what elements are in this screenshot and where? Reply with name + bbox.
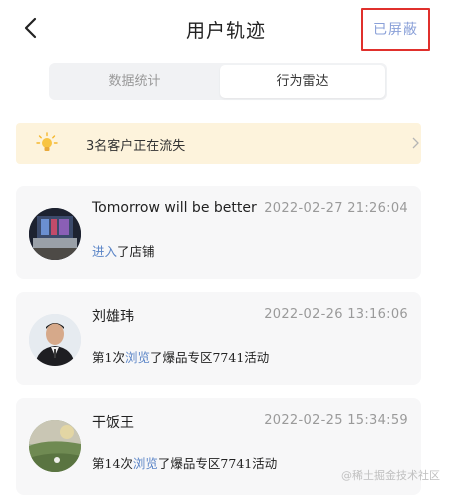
- chevron-right-icon: [412, 137, 419, 149]
- blocked-button[interactable]: 已屏蔽: [361, 8, 430, 51]
- action-link[interactable]: 浏览: [133, 456, 158, 471]
- action-link[interactable]: 进入: [92, 244, 117, 259]
- tab-behavior-radar[interactable]: 行为雷达: [220, 65, 385, 98]
- list-item[interactable]: Tomorrow will be better 2022-02-27 21:26…: [16, 186, 421, 279]
- record-description: 第1次浏览了爆品专区7741活动: [92, 347, 269, 366]
- desc-prefix: 第1次: [92, 350, 125, 365]
- record-timestamp: 2022-02-26 13:16:06: [264, 307, 408, 322]
- customer-name: Tomorrow will be better: [92, 200, 257, 216]
- churn-alert-banner[interactable]: 3名客户正在流失: [16, 123, 421, 164]
- lightbulb-icon: [36, 132, 58, 151]
- segmented-control: 数据统计 行为雷达: [49, 63, 387, 100]
- watermark: @稀土掘金技术社区: [341, 469, 440, 482]
- desc-suffix: 了爆品专区7741活动: [149, 350, 270, 365]
- desc-prefix: 第14次: [92, 456, 133, 471]
- record-timestamp: 2022-02-27 21:26:04: [264, 201, 408, 216]
- churn-alert-text: 3名客户正在流失: [86, 139, 186, 154]
- record-description: 进入了店铺: [92, 241, 155, 260]
- record-description: 第14次浏览了爆品专区7741活动: [92, 453, 277, 472]
- blocked-button-label: 已屏蔽: [373, 22, 418, 38]
- list-item[interactable]: 刘雄玮 2022-02-26 13:16:06 第1次浏览了爆品专区7741活动: [16, 292, 421, 385]
- avatar: [29, 208, 81, 260]
- nav-bar: 用户轨迹 已屏蔽: [0, 0, 452, 58]
- laptop-photo-icon: [29, 208, 81, 260]
- landscape-photo-icon: [29, 420, 81, 472]
- avatar: [29, 314, 81, 366]
- desc-suffix: 了店铺: [117, 244, 155, 259]
- record-timestamp: 2022-02-25 15:34:59: [264, 413, 408, 428]
- desc-suffix: 了爆品专区7741活动: [157, 456, 278, 471]
- tab-data-stats[interactable]: 数据统计: [51, 65, 218, 98]
- action-link[interactable]: 浏览: [125, 350, 150, 365]
- person-photo-icon: [29, 314, 81, 366]
- customer-name: 干饭王: [92, 415, 134, 431]
- avatar: [29, 420, 81, 472]
- customer-name: 刘雄玮: [92, 309, 134, 325]
